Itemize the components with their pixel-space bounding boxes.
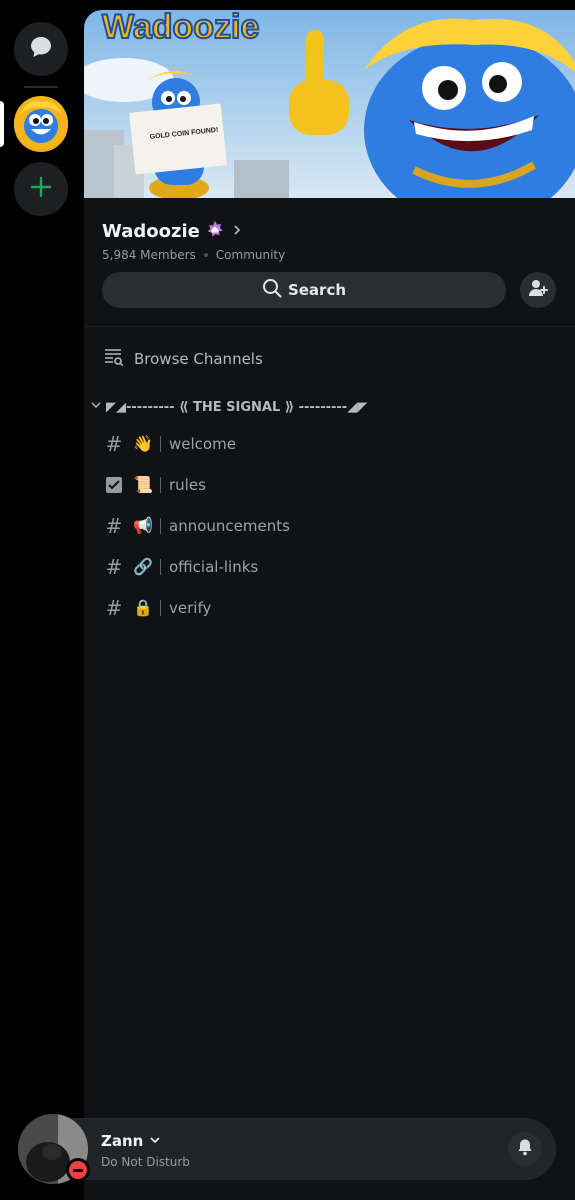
bell-icon (516, 1138, 534, 1160)
server-rail (0, 0, 84, 1200)
link-emoji: 🔗 (133, 557, 153, 576)
username: Zann (101, 1132, 144, 1150)
add-server-button[interactable] (14, 162, 68, 216)
channel-welcome[interactable]: # 👋 welcome (84, 423, 575, 464)
channel-official-links[interactable]: # 🔗 official-links (84, 546, 575, 587)
search-label: Search (287, 281, 347, 299)
add-member-icon (528, 278, 548, 302)
chevron-right-icon (230, 222, 244, 241)
lock-emoji: 🔒 (133, 598, 153, 617)
username-button[interactable]: Zann (101, 1132, 161, 1150)
scroll-emoji: 📜 (133, 475, 153, 494)
notifications-button[interactable] (508, 1132, 542, 1166)
megaphone-emoji: 📢 (133, 516, 153, 535)
server-type: Community (215, 248, 286, 262)
rail-separator (24, 86, 58, 88)
hash-icon: # (105, 513, 123, 538)
server-header[interactable]: Wadoozie 5,984 Members Community (84, 198, 575, 263)
channel-separator (160, 558, 161, 575)
hash-icon: # (105, 595, 123, 620)
avatar[interactable] (18, 1114, 90, 1184)
chevron-down-icon (149, 1132, 161, 1150)
channel-name: official-links (169, 557, 259, 576)
browse-channels-button[interactable]: Browse Channels (84, 327, 575, 371)
user-status: Do Not Disturb (101, 1155, 190, 1169)
hash-icon: # (105, 431, 123, 456)
user-panel[interactable]: Zann Do Not Disturb (18, 1114, 556, 1184)
wadoozie-server-button[interactable] (14, 96, 68, 154)
member-count: 5,984 Members (102, 248, 196, 262)
banner-logo-text: Wadoozie (102, 10, 259, 46)
category-the-signal[interactable]: ◤◢--------- ⟪ THE SIGNAL ⟫ ---------◢◤ (84, 399, 575, 415)
server-avatar (14, 96, 68, 154)
channel-name: welcome (169, 434, 236, 453)
channel-panel: GOLD COIN FOUND! Wadoozie Wadoozie 5,984… (84, 10, 575, 1200)
search-icon (262, 278, 282, 302)
category-label: ◤◢--------- ⟪ THE SIGNAL ⟫ ---------◢◤ (106, 399, 368, 415)
plus-icon (29, 175, 53, 203)
channel-list: # 👋 welcome 📜 rules # 📢 announcements # … (84, 423, 575, 628)
app: GOLD COIN FOUND! Wadoozie Wadoozie 5,984… (0, 0, 575, 1200)
channel-name: announcements (169, 516, 290, 535)
boost-badge-icon (206, 220, 224, 242)
chevron-down-icon (90, 399, 102, 415)
server-name: Wadoozie (102, 220, 200, 242)
wave-emoji: 👋 (133, 434, 153, 453)
channel-name: rules (169, 475, 206, 494)
browse-channels-label: Browse Channels (134, 350, 263, 368)
channel-rules[interactable]: 📜 rules (84, 464, 575, 505)
server-banner[interactable]: GOLD COIN FOUND! Wadoozie (84, 10, 575, 198)
selected-server-indicator (0, 101, 4, 147)
channel-announcements[interactable]: # 📢 announcements (84, 505, 575, 546)
channel-name: verify (169, 598, 212, 617)
chat-bubble-icon (28, 34, 54, 64)
direct-messages-button[interactable] (14, 22, 68, 76)
dnd-status-icon (66, 1158, 90, 1182)
channel-separator (160, 599, 161, 616)
search-button[interactable]: Search (102, 272, 506, 308)
browse-channels-icon (104, 347, 124, 371)
rules-icon (104, 475, 124, 495)
channel-separator (160, 435, 161, 452)
channel-separator (160, 476, 161, 493)
invite-members-button[interactable] (520, 272, 556, 308)
meta-separator (203, 253, 208, 257)
channel-verify[interactable]: # 🔒 verify (84, 587, 575, 628)
hash-icon: # (105, 554, 123, 579)
channel-separator (160, 517, 161, 534)
